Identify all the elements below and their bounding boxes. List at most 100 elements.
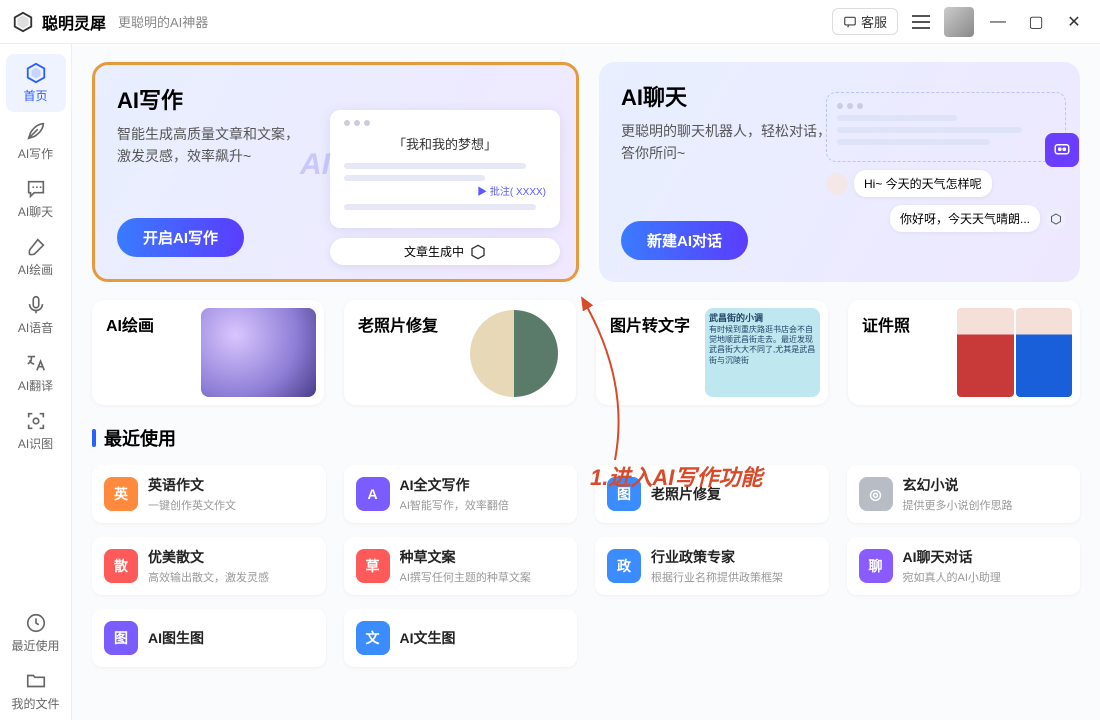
recent-card-title: AI文生图 [400,628,456,648]
recent-card[interactable]: A AI全文写作 AI智能写作，效率翻倍 [344,465,578,523]
recent-card-sub: 一键创作英文作文 [148,497,236,513]
recent-card[interactable]: 散优美散文高效输出散文，激发灵感 [92,537,326,595]
chat-bubble-ai: 你好呀，今天天气晴朗... [826,205,1066,232]
main-content: AI写作 智能生成高质量文章和文案， 激发灵感，效率飙升~ 开启AI写作 AI … [72,44,1100,720]
recent-card-title: 老照片修复 [651,484,721,504]
app-logo-icon [12,11,34,33]
maximize-button[interactable]: ▢ [1022,12,1050,32]
sidebar-item-label: 最近使用 [11,637,59,654]
recent-card-title: 优美散文 [148,547,269,567]
hero-ai-write[interactable]: AI写作 智能生成高质量文章和文案， 激发灵感，效率飙升~ 开启AI写作 AI … [92,62,579,282]
tile-thumb [201,308,316,397]
sidebar-item-clock[interactable]: 最近使用 [6,604,66,662]
recent-heading: 最近使用 [92,425,1080,451]
recent-card[interactable]: 图老照片修复 [595,465,829,523]
folder-icon [25,670,47,692]
sidebar-item-label: 首页 [23,87,47,104]
chat-bubble-icon [843,15,857,29]
recent-card-sub: 高效输出散文，激发灵感 [148,569,269,585]
user-mini-avatar-icon [826,173,848,195]
sidebar: 首页 AI写作 AI聊天 AI绘画 AI语音 AI翻译 AI识图 最近使用我的文件 [0,44,72,720]
recent-card[interactable]: 英英语作文一键创作英文作文 [92,465,326,523]
mic-icon [25,294,47,316]
sidebar-item-label: AI语音 [18,319,53,336]
window-dots-icon [344,120,546,126]
minimize-button[interactable]: — [984,13,1012,31]
recent-card-icon: 英 [104,477,138,511]
user-avatar[interactable] [944,7,974,37]
recent-card[interactable]: 政行业政策专家根据行业名称提供政策框架 [595,537,829,595]
sidebar-item-home[interactable]: 首页 [6,54,66,112]
new-chat-button[interactable]: 新建AI对话 [621,221,748,260]
ai-watermark: AI [300,148,330,182]
recent-card-sub: AI撰写任何主题的种草文案 [400,569,531,585]
feature-tile[interactable]: 证件照 [848,300,1080,405]
recent-card-icon: ◎ [859,477,893,511]
translate-icon [25,352,47,374]
recent-card-icon: A [356,477,390,511]
recent-card-icon: 散 [104,549,138,583]
recent-card-title: AI聊天对话 [903,547,1001,567]
sidebar-item-translate[interactable]: AI翻译 [6,344,66,402]
hero-write-sub: 智能生成高质量文章和文案， 激发灵感，效率飙升~ [117,123,327,168]
preview-note: ▶ 批注( XXXX) [344,183,546,198]
recent-card[interactable]: ◎玄幻小说提供更多小说创作思路 [847,465,1081,523]
recent-card-title: 英语作文 [148,475,236,495]
support-button[interactable]: 客服 [832,8,898,35]
feature-tile[interactable]: 图片转文字武昌街的小调有时候到重庆路逛书店会不自觉地顺武昌街走去。最近发现武昌街… [596,300,828,405]
recent-card-sub: 根据行业名称提供政策框架 [651,569,783,585]
sidebar-item-label: AI聊天 [18,203,53,220]
recent-card-title: AI全文写作 [400,475,509,495]
chat-icon [25,178,47,200]
feature-tile[interactable]: 老照片修复 [344,300,576,405]
ai-mini-icon [1046,209,1066,229]
recent-card-title: 种草文案 [400,547,531,567]
generation-status: 文章生成中 [330,238,560,265]
recent-card-icon: 聊 [859,549,893,583]
recent-card-icon: 图 [607,477,641,511]
tile-thumb [470,310,558,397]
sidebar-item-folder[interactable]: 我的文件 [6,662,66,720]
recent-card-icon: 草 [356,549,390,583]
hero-ai-chat[interactable]: AI聊天 更聪明的聊天机器人，轻松对话，答你所问~ 新建AI对话 [599,62,1080,282]
recent-card-title: AI图生图 [148,628,204,648]
sidebar-item-chat[interactable]: AI聊天 [6,170,66,228]
close-button[interactable]: ✕ [1060,12,1088,32]
recent-card[interactable]: 草种草文案 AI撰写任何主题的种草文案 [344,537,578,595]
chat-bubble-user: Hi~ 今天的天气怎样呢 [826,170,1066,197]
app-tagline: 更聪明的AI神器 [118,12,208,31]
sidebar-item-scan[interactable]: AI识图 [6,402,66,460]
recent-card-icon: 政 [607,549,641,583]
recent-card[interactable]: 文 AI文生图 [344,609,578,667]
sidebar-item-label: 我的文件 [11,695,59,712]
brush-icon [25,236,47,258]
recent-card[interactable]: 聊AI聊天对话宛如真人的AI小助理 [847,537,1081,595]
feather-icon [25,120,47,142]
recent-card-title: 行业政策专家 [651,547,783,567]
sidebar-item-label: AI写作 [18,145,53,162]
tile-thumb [957,308,1072,397]
menu-button[interactable] [908,9,934,35]
sidebar-item-mic[interactable]: AI语音 [6,286,66,344]
recent-card-title: 玄幻小说 [903,475,1013,495]
hero-chat-sub: 更聪明的聊天机器人，轻松对话，答你所问~ [621,120,831,165]
bot-icon [1045,133,1079,167]
sidebar-item-brush[interactable]: AI绘画 [6,228,66,286]
chat-preview: Hi~ 今天的天气怎样呢 你好呀，今天天气晴朗... [826,92,1066,232]
app-name: 聪明灵犀 [42,10,106,34]
scan-icon [25,410,47,432]
start-ai-write-button[interactable]: 开启AI写作 [117,218,244,257]
sidebar-item-label: AI绘画 [18,261,53,278]
recent-card-icon: 文 [356,621,390,655]
recent-grid: 英英语作文一键创作英文作文 A AI全文写作 AI智能写作，效率翻倍 图老照片修复 ◎ 玄幻… [92,465,1080,667]
sidebar-item-feather[interactable]: AI写作 [6,112,66,170]
feature-tiles: AI绘画老照片修复图片转文字武昌街的小调有时候到重庆路逛书店会不自觉地顺武昌街走… [92,300,1080,405]
sidebar-item-label: AI识图 [18,435,53,452]
recent-card[interactable]: 图AI图生图 [92,609,326,667]
recent-card-sub: AI智能写作，效率翻倍 [400,497,509,513]
feature-tile[interactable]: AI绘画 [92,300,324,405]
titlebar: 聪明灵犀 更聪明的AI神器 客服 — ▢ ✕ [0,0,1100,44]
preview-doc-title: 「我和我的梦想」 [344,134,546,153]
tile-thumb: 武昌街的小调有时候到重庆路逛书店会不自觉地顺武昌街走去。最近发现武昌街大大不同了… [705,308,820,397]
clock-icon [25,612,47,634]
